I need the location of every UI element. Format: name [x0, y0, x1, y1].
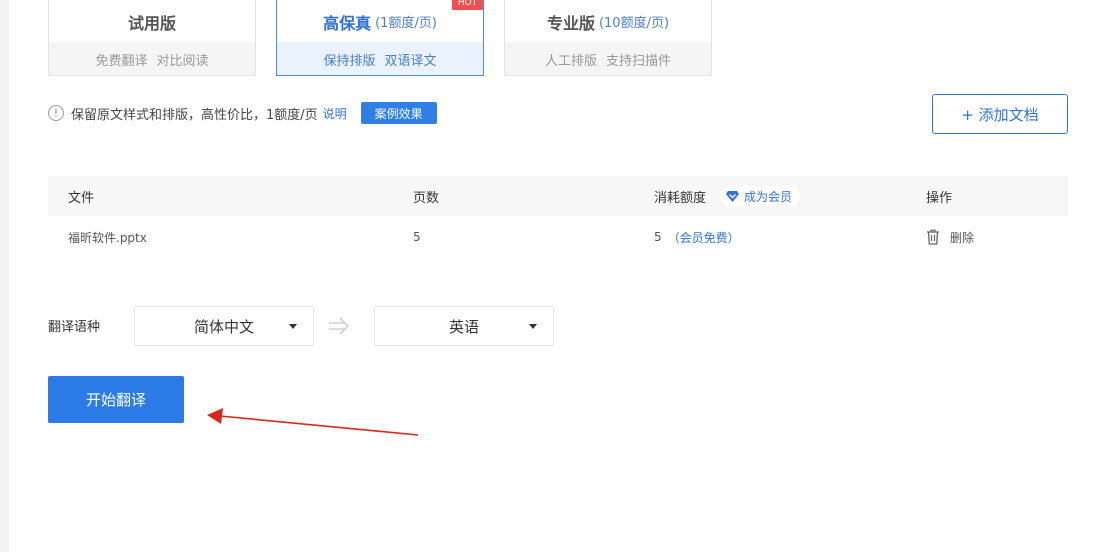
plan-info-text: 保留原文样式和排版，高性价比，1额度/页 — [71, 107, 318, 123]
plan-price: (10额度/页) — [598, 16, 670, 31]
trash-icon — [927, 229, 939, 245]
left-edge-strip — [0, 0, 9, 552]
source-language-select[interactable]: 简体中文 — [134, 306, 314, 346]
plan-features: 保持排版 双语译文 — [277, 42, 483, 75]
plan-feature: 免费翻译 — [95, 54, 148, 69]
file-name-cell: 福昕软件.pptx — [68, 230, 147, 245]
column-header-cost-label: 消耗额度 — [654, 190, 707, 206]
plan-card-trial[interactable]: 试用版 免费翻译 对比阅读 — [48, 0, 256, 76]
cost-cell: 5 （会员免费） — [654, 216, 740, 258]
plan-card-professional[interactable]: 专业版 (10额度/页) 人工排版 支持扫描件 — [504, 0, 712, 76]
plan-feature: 对比阅读 — [156, 54, 209, 69]
plan-feature: 人工排版 — [544, 54, 597, 69]
plan-feature: 保持排版 — [323, 54, 376, 69]
caret-down-icon — [289, 324, 297, 329]
diamond-icon — [726, 190, 740, 202]
plan-card-high-fidelity[interactable]: HOT 高保真 (1额度/页) 保持排版 双语译文 — [276, 0, 484, 76]
become-member-badge[interactable]: 成为会员 — [720, 186, 801, 206]
explanation-link[interactable]: 说明 — [323, 105, 347, 122]
plan-name: 试用版 — [127, 13, 176, 33]
become-member-label: 成为会员 — [744, 189, 793, 204]
hot-badge: HOT — [452, 0, 483, 10]
target-language-value: 英语 — [448, 317, 479, 336]
plan-price: (1额度/页) — [375, 16, 437, 31]
translation-language-label: 翻译语种 — [48, 320, 101, 335]
caret-down-icon — [529, 324, 537, 329]
info-circle-icon: ! — [48, 105, 64, 121]
arrow-right-icon — [329, 317, 350, 335]
column-header-action: 操作 — [926, 190, 953, 206]
annotation-arrow-head — [207, 408, 223, 424]
page-count-cell: 5 — [413, 230, 421, 244]
plan-card-title: 试用版 — [49, 0, 255, 42]
annotation-arrow — [207, 408, 419, 436]
column-header-pages: 页数 — [413, 190, 440, 206]
add-document-button[interactable]: + 添加文档 — [932, 94, 1068, 134]
cost-value: 5 — [654, 230, 662, 244]
start-translation-button[interactable]: 开始翻译 — [48, 376, 184, 423]
column-header-cost: 消耗额度 成为会员 — [654, 176, 801, 216]
plan-features: 免费翻译 对比阅读 — [49, 42, 255, 75]
annotation-arrow-line — [219, 415, 419, 436]
plan-feature: 双语译文 — [384, 54, 437, 69]
table-row: 福昕软件.pptx 5 5 （会员免费） 删除 — [48, 216, 1068, 258]
plan-name: 专业版 — [546, 13, 595, 33]
target-language-select[interactable]: 英语 — [374, 306, 554, 346]
plan-feature: 支持扫描件 — [606, 54, 672, 69]
case-effect-button[interactable]: 案例效果 — [360, 102, 437, 124]
delete-action[interactable]: 删除 — [926, 216, 974, 258]
plan-info-row: ! 保留原文样式和排版，高性价比，1额度/页 说明 案例效果 — [48, 102, 437, 124]
file-table-header: 文件 页数 消耗额度 成为会员 操作 — [48, 176, 1068, 216]
plan-card-title: 专业版 (10额度/页) — [505, 0, 711, 42]
plan-features: 人工排版 支持扫描件 — [505, 42, 711, 75]
plan-name: 高保真 — [323, 13, 372, 33]
member-free-note: （会员免费） — [667, 230, 740, 245]
source-language-value: 简体中文 — [193, 317, 254, 336]
delete-label: 删除 — [950, 230, 975, 245]
column-header-file: 文件 — [68, 190, 95, 206]
